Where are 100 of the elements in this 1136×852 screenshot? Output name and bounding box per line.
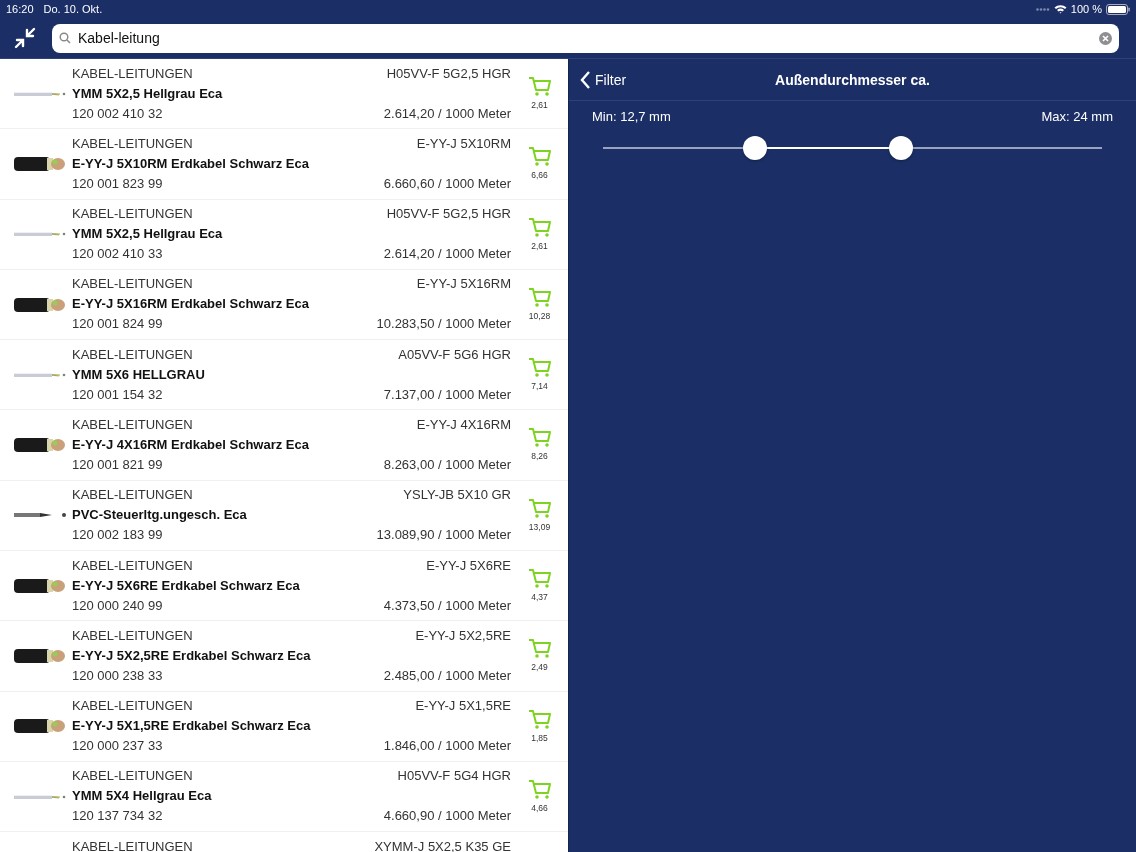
- product-name[interactable]: E-YY-J 5X10RM Erdkabel Schwarz Eca: [72, 155, 511, 171]
- product-name[interactable]: PVC-Steuerltg.ungesch. Eca: [72, 507, 511, 523]
- cable-picture: [14, 155, 66, 172]
- cart-icon: [528, 77, 551, 97]
- category-label: KABEL-LEITUNGEN: [72, 65, 194, 81]
- collapse-icon[interactable]: [14, 27, 36, 49]
- category-label: KABEL-LEITUNGEN: [72, 206, 194, 222]
- article-number: 120 000 238 33: [72, 667, 164, 683]
- category-label: KABEL-LEITUNGEN: [72, 417, 194, 432]
- price-label: 4.660,90 / 1000 Meter: [383, 808, 511, 824]
- category-label: KABEL-LEITUNGEN: [72, 838, 194, 852]
- battery-icon: [1106, 3, 1130, 15]
- cart-value: 10,28: [528, 310, 551, 321]
- cart-button[interactable]: [528, 77, 551, 97]
- cart-icon: [528, 779, 551, 800]
- cable-picture: [14, 296, 66, 313]
- cart-button[interactable]: [528, 287, 551, 308]
- article-number: 120 002 410 33: [72, 246, 164, 262]
- cart-value: 1,85: [531, 732, 548, 743]
- article-number: 120 001 823 99: [72, 175, 164, 191]
- article-number: 120 001 821 99: [72, 457, 164, 472]
- cart-button[interactable]: [528, 428, 551, 449]
- price-label: 2.614,20 / 1000 Meter: [383, 246, 511, 262]
- filter-title: Außendurchmesser ca.: [775, 71, 930, 88]
- article-number: 120 001 154 32: [72, 386, 164, 402]
- product-name[interactable]: E-YY-J 4X16RM Erdkabel Schwarz Eca: [72, 437, 511, 452]
- back-button[interactable]: Filter: [580, 70, 627, 89]
- search-input[interactable]: Kabel-leitung: [78, 30, 1092, 46]
- product-code: YSLY-JB 5X10 GR: [402, 487, 511, 503]
- product-code: H05VV-F 5G2,5 HGR: [385, 206, 511, 222]
- cart-value: 8,26: [531, 451, 548, 462]
- chevron-left-icon: [580, 70, 591, 89]
- product-name[interactable]: YMM 5X4 Hellgrau Eca: [72, 788, 511, 804]
- product-name[interactable]: E-YY-J 5X2,5RE Erdkabel Schwarz Eca: [72, 647, 511, 663]
- cart-button[interactable]: [528, 358, 551, 379]
- product-name[interactable]: YMM 5X6 HELLGRAU: [72, 366, 511, 382]
- cart-value: 6,66: [531, 170, 548, 181]
- price-label: 2.485,00 / 1000 Meter: [383, 667, 511, 683]
- search-icon: [59, 32, 71, 44]
- cart-value: 13,09: [528, 521, 551, 532]
- battery-percent: 100 %: [1070, 3, 1102, 15]
- cart-icon: [528, 358, 551, 379]
- cart-icon: [528, 639, 551, 660]
- price-label: 4.373,50 / 1000 Meter: [383, 597, 511, 613]
- cart-button[interactable]: [528, 217, 551, 238]
- cart-icon: [528, 217, 551, 238]
- product-name[interactable]: E-YY-J 5X6RE Erdkabel Schwarz Eca: [72, 577, 511, 593]
- price-label: 1.846,00 / 1000 Meter: [383, 738, 511, 754]
- product-name[interactable]: YMM 5X2,5 Hellgrau Eca: [72, 226, 511, 242]
- product-code: E-YY-J 5X1,5RE: [414, 698, 511, 714]
- cart-value: 2,49: [531, 662, 548, 673]
- product-code: A05VV-F 5G6 HGR: [397, 346, 511, 362]
- article-number: 120 002 183 99: [72, 527, 164, 543]
- status-time: 16:20: [6, 3, 34, 15]
- cable-picture: [14, 230, 66, 239]
- cart-button[interactable]: [528, 709, 551, 730]
- article-number: 120 137 734 32: [72, 808, 164, 824]
- category-label: KABEL-LEITUNGEN: [72, 487, 194, 503]
- cart-button[interactable]: [528, 498, 551, 519]
- cart-button[interactable]: [528, 639, 551, 660]
- cart-value: 4,37: [531, 592, 548, 603]
- cart-value: 2,61: [531, 100, 548, 110]
- category-label: KABEL-LEITUNGEN: [72, 346, 194, 362]
- wifi-icon: [1053, 4, 1067, 14]
- product-code: H05VV-F 5G2,5 HGR: [385, 65, 511, 81]
- article-number: 120 001 824 99: [72, 316, 164, 332]
- clear-icon[interactable]: [1099, 31, 1112, 45]
- status-date: Do. 10. Okt.: [43, 3, 103, 15]
- product-name[interactable]: E-YY-J 5X16RM Erdkabel Schwarz Eca: [72, 296, 511, 312]
- min-thumb[interactable]: [743, 136, 768, 160]
- cable-picture: [14, 511, 66, 520]
- min-label: Min: 12,7 mm: [592, 109, 671, 124]
- cart-icon: [528, 428, 551, 449]
- cart-icon: [528, 709, 551, 730]
- category-label: KABEL-LEITUNGEN: [72, 768, 194, 784]
- cable-picture: [14, 577, 66, 594]
- article-number: 120 000 237 33: [72, 738, 164, 754]
- article-number: 120 002 410 32: [72, 105, 164, 121]
- product-code: E-YY-J 5X2,5RE: [414, 627, 511, 643]
- cart-button[interactable]: [528, 569, 551, 590]
- product-code: E-YY-J 5X10RM: [415, 135, 511, 151]
- category-label: KABEL-LEITUNGEN: [72, 557, 194, 573]
- search-field[interactable]: Kabel-leitung: [52, 23, 1119, 53]
- product-code: H05VV-F 5G4 HGR: [396, 768, 511, 784]
- max-thumb[interactable]: [888, 136, 913, 160]
- category-label: KABEL-LEITUNGEN: [72, 698, 194, 714]
- max-label: Max: 24 mm: [1041, 109, 1113, 124]
- cart-button[interactable]: [528, 147, 551, 168]
- price-label: 7.137,00 / 1000 Meter: [383, 386, 511, 402]
- signal-icon: [1035, 7, 1050, 11]
- cart-button[interactable]: [528, 779, 551, 800]
- price-label: 2.614,20 / 1000 Meter: [383, 105, 511, 121]
- cart-icon: [528, 498, 551, 519]
- product-name[interactable]: E-YY-J 5X1,5RE Erdkabel Schwarz Eca: [72, 718, 511, 734]
- product-code: E-YY-J 5X16RM: [415, 276, 511, 292]
- cable-picture: [14, 648, 66, 664]
- price-label: 8.263,00 / 1000 Meter: [383, 457, 511, 472]
- product-name[interactable]: YMM 5X2,5 Hellgrau Eca: [72, 85, 511, 101]
- product-code: XYMM-J 5X2,5 K35 GE: [374, 838, 511, 852]
- cable-picture: [14, 89, 66, 98]
